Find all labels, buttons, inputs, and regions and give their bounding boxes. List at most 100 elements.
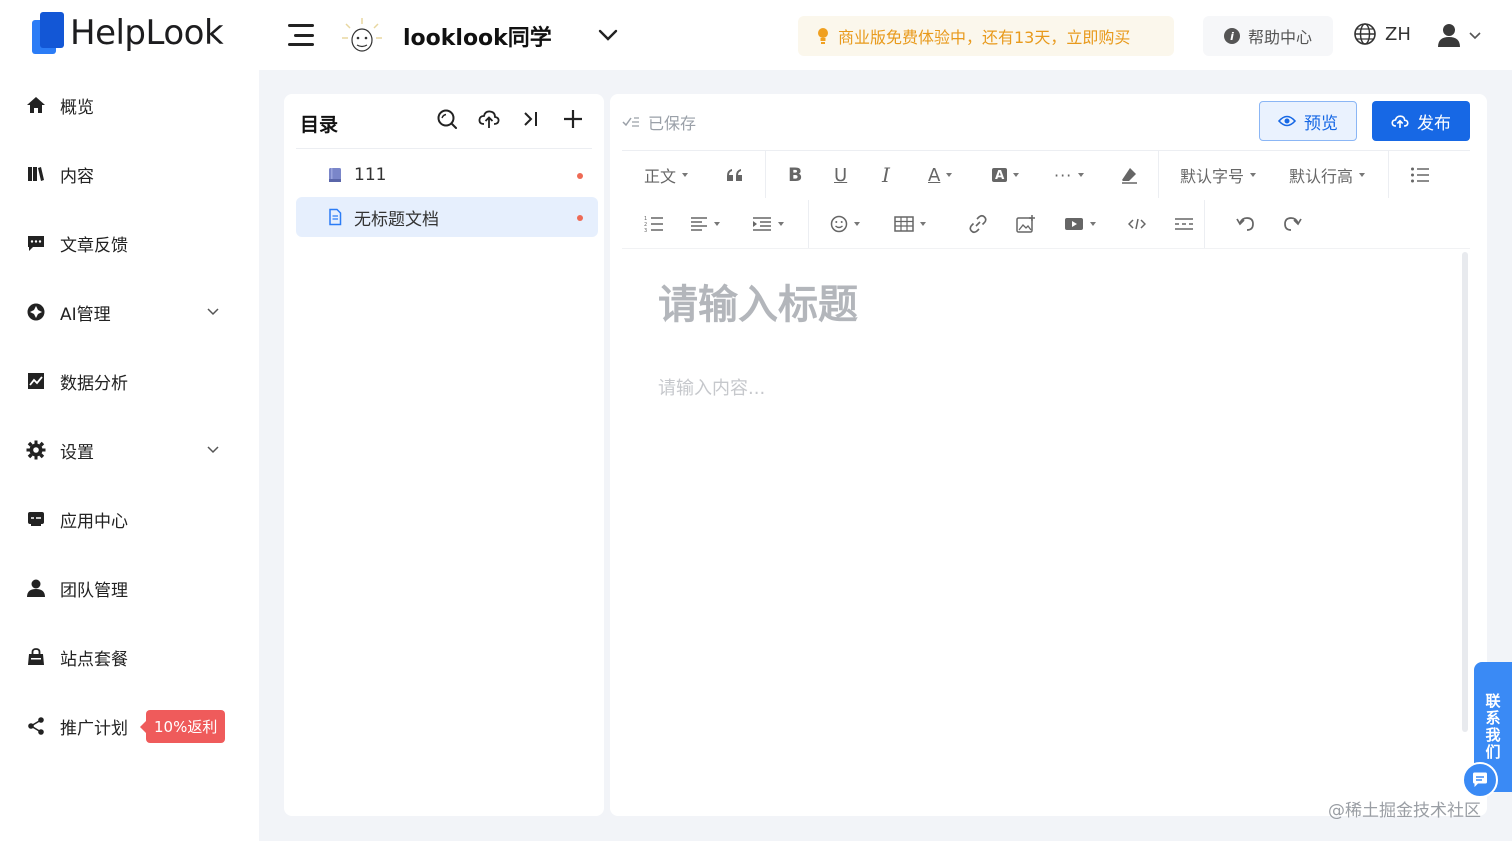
info-icon: i [1223, 28, 1240, 44]
sidebar-item-plans[interactable]: 站点套餐 [0, 634, 259, 680]
toc-panel: 目录 111 无标题文档 [284, 94, 604, 816]
sidebar-item-overview[interactable]: 概览 [0, 82, 259, 128]
sidebar-item-feedback[interactable]: 文章反馈 [0, 220, 259, 266]
ai-icon [27, 303, 45, 321]
line-height-label: 默认行高 [1289, 167, 1354, 186]
chat-icon[interactable] [1462, 762, 1498, 798]
collapse-panel-icon[interactable] [520, 108, 542, 130]
ordered-list-icon[interactable]: 123 [644, 212, 664, 236]
logo-mark-icon [32, 12, 64, 54]
sidebar-item-content[interactable]: 内容 [0, 151, 259, 197]
site-avatar[interactable] [340, 16, 384, 56]
site-name[interactable]: looklook同学 [403, 20, 552, 52]
sidebar-item-settings[interactable]: 设置 [0, 427, 259, 473]
unsaved-dot [577, 173, 583, 179]
font-color-icon[interactable]: A [928, 163, 953, 187]
bag-icon [28, 648, 44, 665]
gear-icon [26, 440, 46, 460]
editor-toolbar-row-2: 123 [622, 200, 1470, 248]
toc-item-active[interactable]: 无标题文档 [296, 197, 598, 237]
redo-icon[interactable] [1282, 212, 1302, 236]
bullet-list-icon[interactable] [1410, 163, 1430, 187]
content-input[interactable]: 请输入内容... [658, 374, 765, 400]
user-avatar-icon [1438, 24, 1460, 47]
emoji-icon[interactable] [830, 212, 860, 236]
sidebar-item-promotion[interactable]: 推广计划 10%返利 [0, 703, 259, 749]
share-icon [28, 717, 44, 735]
svg-text:3: 3 [644, 228, 647, 233]
table-icon[interactable] [894, 212, 926, 236]
font-size-label: 默认字号 [1180, 167, 1245, 186]
image-upload-icon[interactable] [1016, 212, 1036, 236]
publish-button[interactable]: 发布 [1372, 101, 1470, 141]
highlight-color-icon[interactable]: A [992, 163, 1020, 187]
italic-icon[interactable]: I [882, 163, 890, 187]
sidebar-item-team[interactable]: 团队管理 [0, 565, 259, 611]
saved-status: 已保存 [622, 110, 696, 134]
divider-icon[interactable] [1174, 212, 1194, 236]
editor-scrollbar[interactable] [1462, 252, 1468, 732]
helplook-logo[interactable]: HelpLook [32, 12, 224, 54]
title-input[interactable] [658, 282, 1358, 328]
chevron-down-icon [1469, 32, 1481, 40]
toolbar-separator [1388, 150, 1389, 198]
help-center-button[interactable]: i 帮助中心 [1203, 16, 1333, 56]
sidebar-item-label: 设置 [60, 442, 94, 463]
sidebar: 概览 内容 文章反馈 AI管理 数据分析 设置 应用中心 团队管理 站点套餐 推… [0, 70, 259, 841]
more-icon[interactable]: ··· [1054, 163, 1085, 187]
preview-button[interactable]: 预览 [1259, 101, 1357, 141]
help-center-label: 帮助中心 [1247, 28, 1312, 47]
code-icon[interactable] [1128, 212, 1146, 236]
paragraph-style-select[interactable]: 正文 [644, 163, 689, 187]
saved-status-text: 已保存 [648, 114, 697, 133]
chevron-down-icon[interactable] [597, 24, 619, 46]
indent-icon[interactable] [752, 212, 784, 236]
saved-check-icon [622, 117, 639, 127]
sidebar-item-label: 内容 [60, 166, 94, 187]
sidebar-item-label: 站点套餐 [60, 649, 128, 670]
sidebar-item-label: 应用中心 [60, 511, 128, 532]
sidebar-item-label: 文章反馈 [60, 235, 128, 256]
feedback-icon [28, 236, 44, 251]
globe-icon [1354, 23, 1376, 45]
paragraph-style-label: 正文 [644, 167, 677, 186]
editor-panel: 已保存 预览 发布 正文 B U I A A ··· 默认字号 默认行高 123 [610, 94, 1487, 816]
quote-icon[interactable] [726, 163, 744, 187]
undo-icon[interactable] [1236, 212, 1256, 236]
align-icon[interactable] [690, 212, 720, 236]
preview-label: 预览 [1304, 113, 1338, 134]
sidebar-item-analytics[interactable]: 数据分析 [0, 358, 259, 404]
add-icon[interactable] [562, 108, 584, 130]
chevron-down-icon [207, 308, 219, 316]
sidebar-item-ai-management[interactable]: AI管理 [0, 289, 259, 335]
menu-toggle-icon[interactable] [288, 24, 314, 46]
language-switcher[interactable]: ZH [1353, 22, 1411, 46]
sidebar-item-label: 推广计划 [60, 718, 128, 739]
editor-toolbar-row-1: 正文 B U I A A ··· 默认字号 默认行高 [622, 150, 1470, 198]
upload-cloud-icon[interactable] [478, 108, 500, 130]
underline-icon[interactable]: U [834, 163, 847, 187]
link-icon[interactable] [968, 212, 988, 236]
eye-icon [1278, 115, 1296, 127]
document-icon [329, 208, 342, 226]
user-menu[interactable] [1436, 22, 1482, 48]
line-height-select[interactable]: 默认行高 [1289, 163, 1366, 187]
toc-actions [436, 108, 584, 130]
sidebar-item-app-center[interactable]: 应用中心 [0, 496, 259, 542]
search-icon[interactable] [436, 108, 458, 130]
toc-item-label: 111 [354, 165, 387, 185]
toc-title: 目录 [300, 114, 339, 136]
watermark: @稀土掘金技术社区 [1328, 801, 1481, 821]
home-icon [27, 97, 45, 113]
chart-icon [28, 373, 44, 389]
toc-item[interactable]: 111 [296, 155, 598, 195]
font-size-select[interactable]: 默认字号 [1180, 163, 1257, 187]
bold-icon[interactable]: B [788, 163, 802, 187]
promo-badge: 10%返利 [139, 709, 226, 743]
toolbar-separator [765, 150, 766, 198]
eraser-icon[interactable] [1120, 163, 1138, 187]
video-icon[interactable] [1064, 212, 1096, 236]
book-icon [28, 167, 44, 181]
toc-divider [296, 148, 592, 149]
trial-banner[interactable]: 商业版免费体验中，还有13天，立即购买 [798, 16, 1174, 56]
